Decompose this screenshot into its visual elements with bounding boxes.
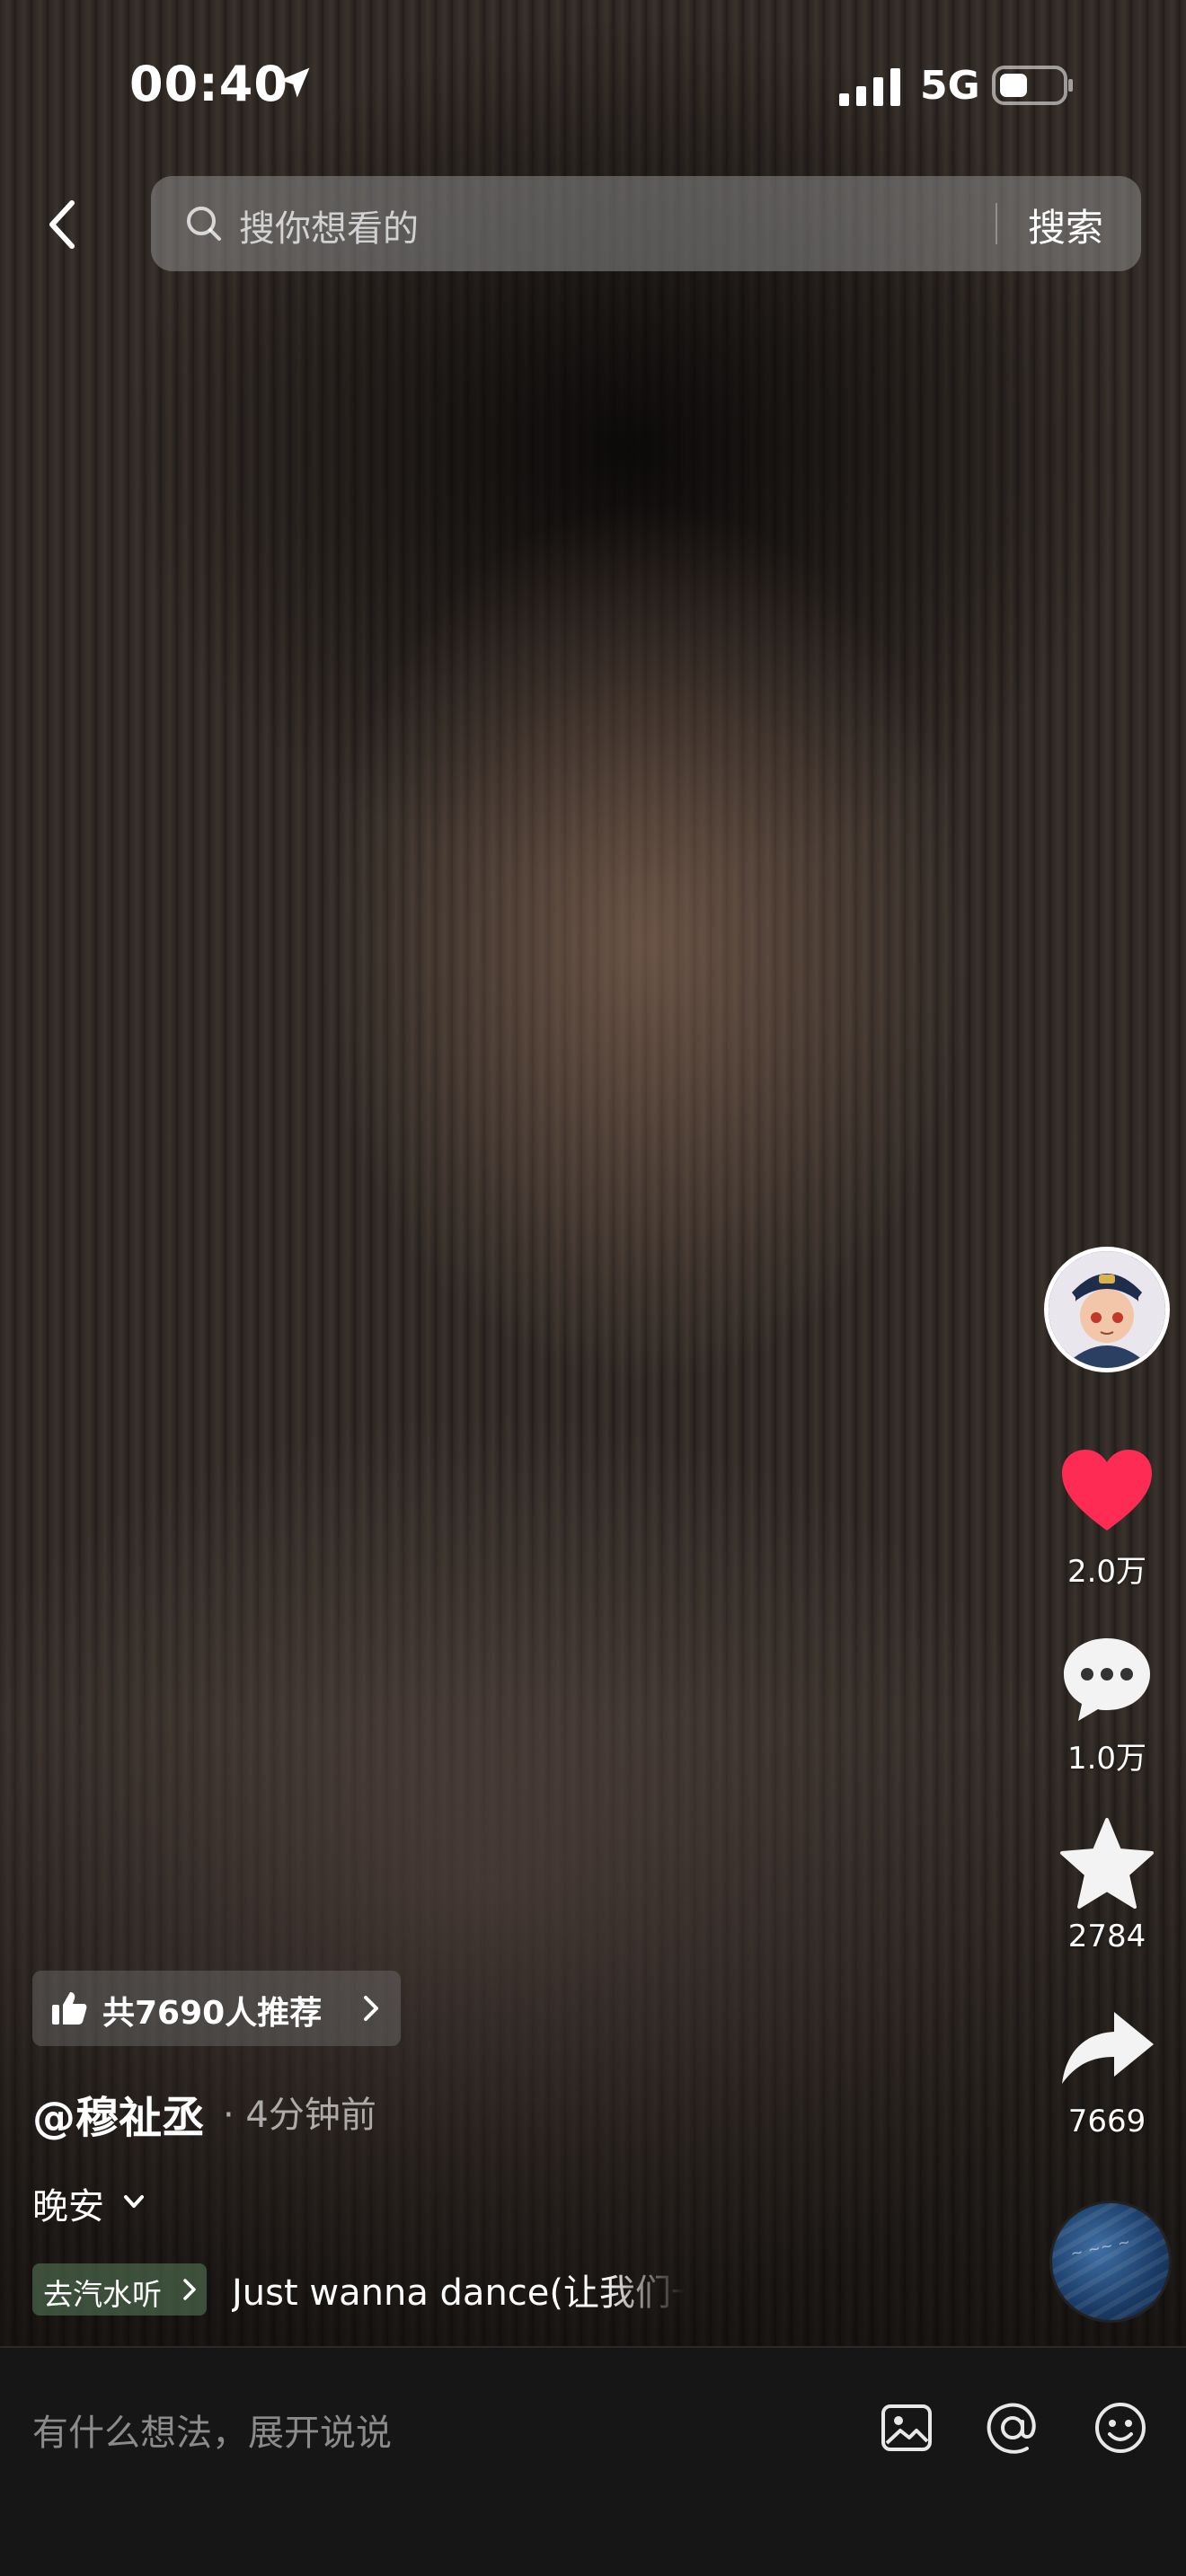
location-arrow-icon (279, 67, 310, 98)
listen-in-qishui-chip[interactable]: 去汽水听 (32, 2263, 207, 2316)
chevron-right-icon (364, 1996, 378, 2021)
share-count: 7669 (1067, 2104, 1146, 2139)
status-bar: 00:40 5G (0, 0, 1186, 171)
author-name[interactable]: @穆祉丞 (32, 2082, 205, 2145)
search-bar[interactable]: 搜你想看的 搜索 (151, 176, 1141, 271)
image-icon[interactable] (877, 2398, 936, 2457)
comment-count: 1.0万 (1067, 1741, 1147, 1777)
expand-chevron-icon[interactable] (120, 2188, 147, 2215)
music-disc[interactable]: ~ ~~ ~ (1049, 2201, 1172, 2323)
post-time: · 4分钟前 (223, 2095, 376, 2136)
like-button[interactable] (1057, 1442, 1157, 1543)
creator-avatar[interactable] (1044, 1247, 1170, 1372)
favorite-button[interactable] (1057, 1814, 1157, 1915)
thumbs-up-icon (52, 1992, 87, 2025)
like-count: 2.0万 (1067, 1554, 1147, 1590)
favorite-count: 2784 (1067, 1919, 1146, 1954)
battery-icon (992, 66, 1073, 105)
search-input[interactable]: 搜你想看的 (239, 199, 419, 251)
back-button[interactable] (36, 189, 90, 260)
share-button[interactable] (1057, 1999, 1157, 2100)
avatar-image (1049, 1251, 1165, 1368)
search-button[interactable]: 搜索 (1028, 198, 1103, 252)
signal-bars-icon (839, 68, 900, 106)
comment-button[interactable] (1057, 1629, 1157, 1730)
music-chip-label: 去汽水听 (43, 2277, 162, 2312)
search-divider (996, 203, 997, 244)
chevron-right-icon (183, 2279, 196, 2300)
at-icon[interactable] (983, 2398, 1042, 2457)
music-title[interactable]: Just wanna dance(让我们一起跳舞) (232, 2263, 685, 2317)
status-time: 00:40 (129, 56, 288, 112)
video-caption[interactable]: 晚安 (32, 2177, 104, 2229)
network-type: 5G (920, 63, 980, 109)
recommend-label: 共7690人推荐 (102, 1995, 323, 2032)
comment-bar: 有什么想法，展开说说 (0, 2346, 1186, 2576)
search-icon (187, 207, 221, 241)
recommend-chip[interactable]: 共7690人推荐 (32, 1971, 401, 2046)
comment-input[interactable]: 有什么想法，展开说说 (32, 2404, 392, 2456)
emoji-icon[interactable] (1091, 2398, 1150, 2457)
disc-artwork-lettering: ~ ~~ ~ (1068, 2233, 1133, 2263)
